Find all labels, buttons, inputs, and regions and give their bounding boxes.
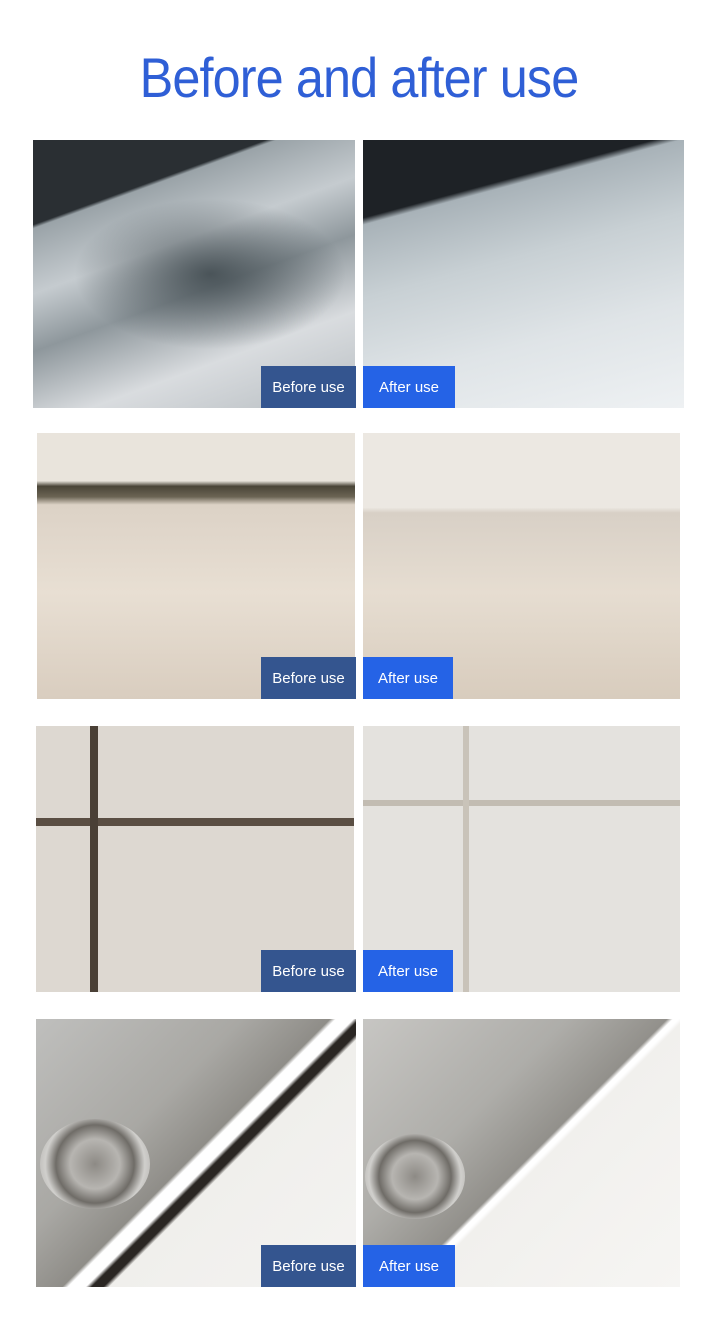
before-use-badge: Before use — [261, 657, 356, 699]
drain-image — [365, 1134, 465, 1219]
drain-image — [40, 1119, 150, 1209]
before-use-badge: Before use — [261, 1245, 356, 1287]
before-use-badge: Before use — [261, 366, 356, 408]
after-use-badge: After use — [363, 950, 453, 992]
page-title: Before and after use — [139, 46, 580, 109]
after-use-badge: After use — [363, 1245, 455, 1287]
before-use-badge: Before use — [261, 950, 356, 992]
after-use-badge: After use — [363, 657, 453, 699]
after-use-badge: After use — [363, 366, 455, 408]
